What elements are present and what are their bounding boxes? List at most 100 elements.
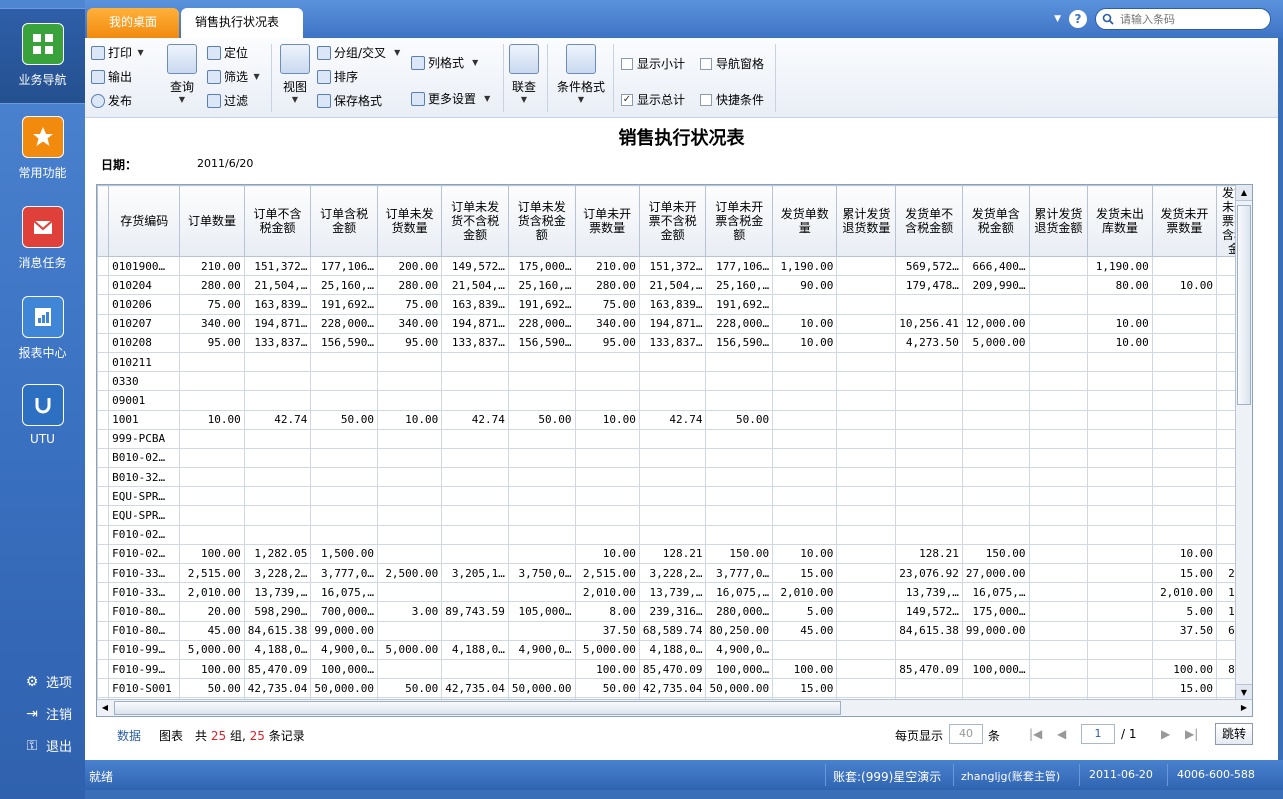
table-cell[interactable] <box>507 351 576 373</box>
table-cell[interactable]: 50.00 <box>507 409 576 430</box>
table-cell[interactable] <box>1028 543 1089 565</box>
vertical-scrollbar[interactable]: ▲ ▼ <box>1235 185 1252 700</box>
table-cell[interactable] <box>1151 390 1218 411</box>
table-cell[interactable] <box>836 313 897 334</box>
table-cell[interactable] <box>895 467 963 488</box>
table-cell[interactable]: 2,010.00 <box>574 582 640 603</box>
table-cell[interactable]: 3,777,0… <box>310 562 378 584</box>
table-cell[interactable] <box>376 658 443 680</box>
item-code-cell[interactable]: 010208 <box>108 332 181 353</box>
table-cell[interactable] <box>638 428 707 449</box>
clear-filter-button[interactable]: 过滤 <box>207 92 248 109</box>
quick-condition-checkbox[interactable]: 快捷条件 <box>700 91 764 108</box>
table-cell[interactable] <box>1087 582 1153 603</box>
table-cell[interactable]: 89,743.59 <box>441 601 509 622</box>
item-code-cell[interactable]: F010-99… <box>108 639 181 660</box>
table-cell[interactable]: 16,075,… <box>310 582 378 603</box>
table-cell[interactable] <box>895 447 963 469</box>
table-cell[interactable] <box>310 447 378 469</box>
table-row[interactable]: F010-80… 45.00 84,615.38 99,000.00 37.50 68,5… <box>97 620 1252 641</box>
item-code-cell[interactable]: F010-33… <box>108 562 181 584</box>
table-cell[interactable]: 10.00 <box>1087 332 1153 353</box>
table-cell[interactable] <box>376 390 443 411</box>
tab-chart[interactable]: 图表 <box>159 727 183 744</box>
table-cell[interactable]: 75.00 <box>179 294 245 315</box>
table-cell[interactable] <box>961 390 1030 411</box>
table-cell[interactable] <box>1087 294 1153 315</box>
table-row[interactable]: 010207 340.00 194,871… 228,000… 340.00 194,87… <box>97 313 1252 334</box>
table-cell[interactable] <box>895 428 963 449</box>
table-cell[interactable] <box>1151 371 1218 392</box>
column-header[interactable]: 存货编码 <box>108 185 181 257</box>
row-selector[interactable] <box>97 467 110 488</box>
table-cell[interactable] <box>1028 351 1089 373</box>
nav-messages[interactable]: 消息任务 <box>0 206 85 271</box>
table-cell[interactable] <box>376 505 443 526</box>
table-cell[interactable] <box>507 447 576 469</box>
table-cell[interactable] <box>961 678 1030 699</box>
filter-button[interactable]: 筛选 ▼ <box>207 68 260 85</box>
table-cell[interactable] <box>507 371 576 392</box>
item-code-cell[interactable]: B010-02… <box>108 447 181 469</box>
table-cell[interactable]: 85,470.09 <box>638 658 707 680</box>
table-cell[interactable]: 194,871… <box>638 313 707 334</box>
table-cell[interactable]: 10.00 <box>376 409 443 430</box>
table-cell[interactable]: 151,372… <box>243 255 312 277</box>
table-cell[interactable]: 3,777,0… <box>705 562 774 584</box>
table-cell[interactable]: 15.00 <box>772 678 838 699</box>
table-cell[interactable]: 133,837… <box>638 332 707 353</box>
last-page-icon[interactable]: ▶| <box>1185 727 1198 741</box>
table-cell[interactable] <box>1151 505 1218 526</box>
table-cell[interactable]: 156,590… <box>507 332 576 353</box>
row-selector[interactable] <box>97 658 110 680</box>
locate-button[interactable]: 定位 <box>207 44 248 61</box>
table-cell[interactable] <box>1087 467 1153 488</box>
table-cell[interactable]: 21,504,… <box>243 275 312 296</box>
table-cell[interactable] <box>1028 639 1089 660</box>
table-row[interactable]: F010-80… 20.00 598,290… 700,000… 3.00 89,743.… <box>97 601 1252 622</box>
table-cell[interactable]: 191,692… <box>705 294 774 315</box>
table-cell[interactable] <box>507 620 576 641</box>
table-cell[interactable] <box>376 620 443 641</box>
table-cell[interactable]: 45.00 <box>179 620 245 641</box>
table-cell[interactable] <box>638 505 707 526</box>
table-cell[interactable] <box>772 390 838 411</box>
table-cell[interactable]: 15.00 <box>772 562 838 584</box>
table-cell[interactable] <box>638 524 707 545</box>
item-code-cell[interactable]: 0101900… <box>108 255 181 277</box>
table-cell[interactable] <box>243 351 312 373</box>
table-cell[interactable]: 2,010.00 <box>772 582 838 603</box>
table-cell[interactable] <box>1151 332 1218 353</box>
item-code-cell[interactable]: 1001 <box>108 409 181 430</box>
table-cell[interactable]: 598,290… <box>243 601 312 622</box>
table-cell[interactable] <box>836 658 897 680</box>
tab-sales-report[interactable]: 销售执行状况表 × <box>181 8 303 57</box>
table-cell[interactable] <box>574 390 640 411</box>
table-cell[interactable]: 191,692… <box>310 294 378 315</box>
table-cell[interactable] <box>179 467 245 488</box>
table-cell[interactable]: 10.00 <box>1087 313 1153 334</box>
table-cell[interactable]: 4,188,0… <box>638 639 707 660</box>
table-row[interactable]: 010206 75.00 163,839… 191,692… 75.00 163,839…… <box>97 294 1252 315</box>
table-cell[interactable]: 95.00 <box>376 332 443 353</box>
table-cell[interactable] <box>895 486 963 507</box>
table-cell[interactable] <box>376 351 443 373</box>
table-cell[interactable] <box>638 351 707 373</box>
table-cell[interactable] <box>376 582 443 603</box>
table-cell[interactable] <box>310 428 378 449</box>
table-cell[interactable] <box>772 409 838 430</box>
table-cell[interactable] <box>179 390 245 411</box>
table-cell[interactable] <box>836 562 897 584</box>
table-cell[interactable] <box>1151 409 1218 430</box>
table-cell[interactable]: 80.00 <box>1087 275 1153 296</box>
table-cell[interactable] <box>179 505 245 526</box>
table-row[interactable]: 0330 <box>97 371 1252 392</box>
table-cell[interactable] <box>1087 524 1153 545</box>
table-cell[interactable]: 50.00 <box>574 678 640 699</box>
table-cell[interactable] <box>1028 294 1089 315</box>
table-cell[interactable] <box>310 505 378 526</box>
column-header[interactable]: 累计发货 退货数量 <box>836 185 897 257</box>
table-cell[interactable] <box>179 486 245 507</box>
jump-button[interactable]: 跳转 <box>1215 723 1253 745</box>
table-cell[interactable] <box>895 639 963 660</box>
